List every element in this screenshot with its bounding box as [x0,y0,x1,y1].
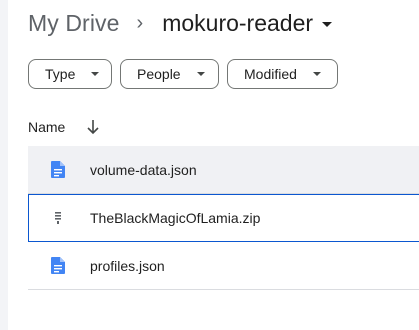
breadcrumb-separator-icon: › [136,11,144,34]
filter-people-label: People [137,66,181,82]
table-row[interactable]: TheBlackMagicOfLamia.zip [28,194,419,242]
table-row[interactable]: volume-data.json [28,146,419,194]
folder-menu-caret-icon[interactable] [322,21,333,27]
file-list: volume-data.json TheBlackMagicOfLamia.zi… [28,146,419,290]
chevron-down-icon [196,72,205,76]
filter-type-label: Type [45,66,76,82]
file-name: profiles.json [90,257,165,274]
file-name: volume-data.json [90,161,197,178]
filter-bar: Type People Modified [28,59,338,89]
breadcrumb: My Drive › mokuro-reader [28,6,333,40]
sort-arrow-down-icon[interactable] [85,118,101,136]
breadcrumb-current-folder[interactable]: mokuro-reader [162,10,313,37]
drive-panel: My Drive › mokuro-reader Type People Mod… [8,0,419,330]
doc-icon [50,161,66,179]
filter-people-chip[interactable]: People [120,59,219,89]
filter-type-chip[interactable]: Type [28,59,112,89]
breadcrumb-my-drive[interactable]: My Drive [28,10,120,37]
zip-icon [50,209,66,227]
table-row[interactable]: profiles.json [28,242,419,290]
filter-modified-label: Modified [244,66,297,82]
doc-icon [50,257,66,275]
chevron-down-icon [312,72,321,76]
filter-modified-chip[interactable]: Modified [227,59,338,89]
column-header-name[interactable]: Name [28,119,65,135]
table-header: Name [28,114,101,140]
chevron-down-icon [91,72,100,76]
file-name: TheBlackMagicOfLamia.zip [90,210,261,226]
